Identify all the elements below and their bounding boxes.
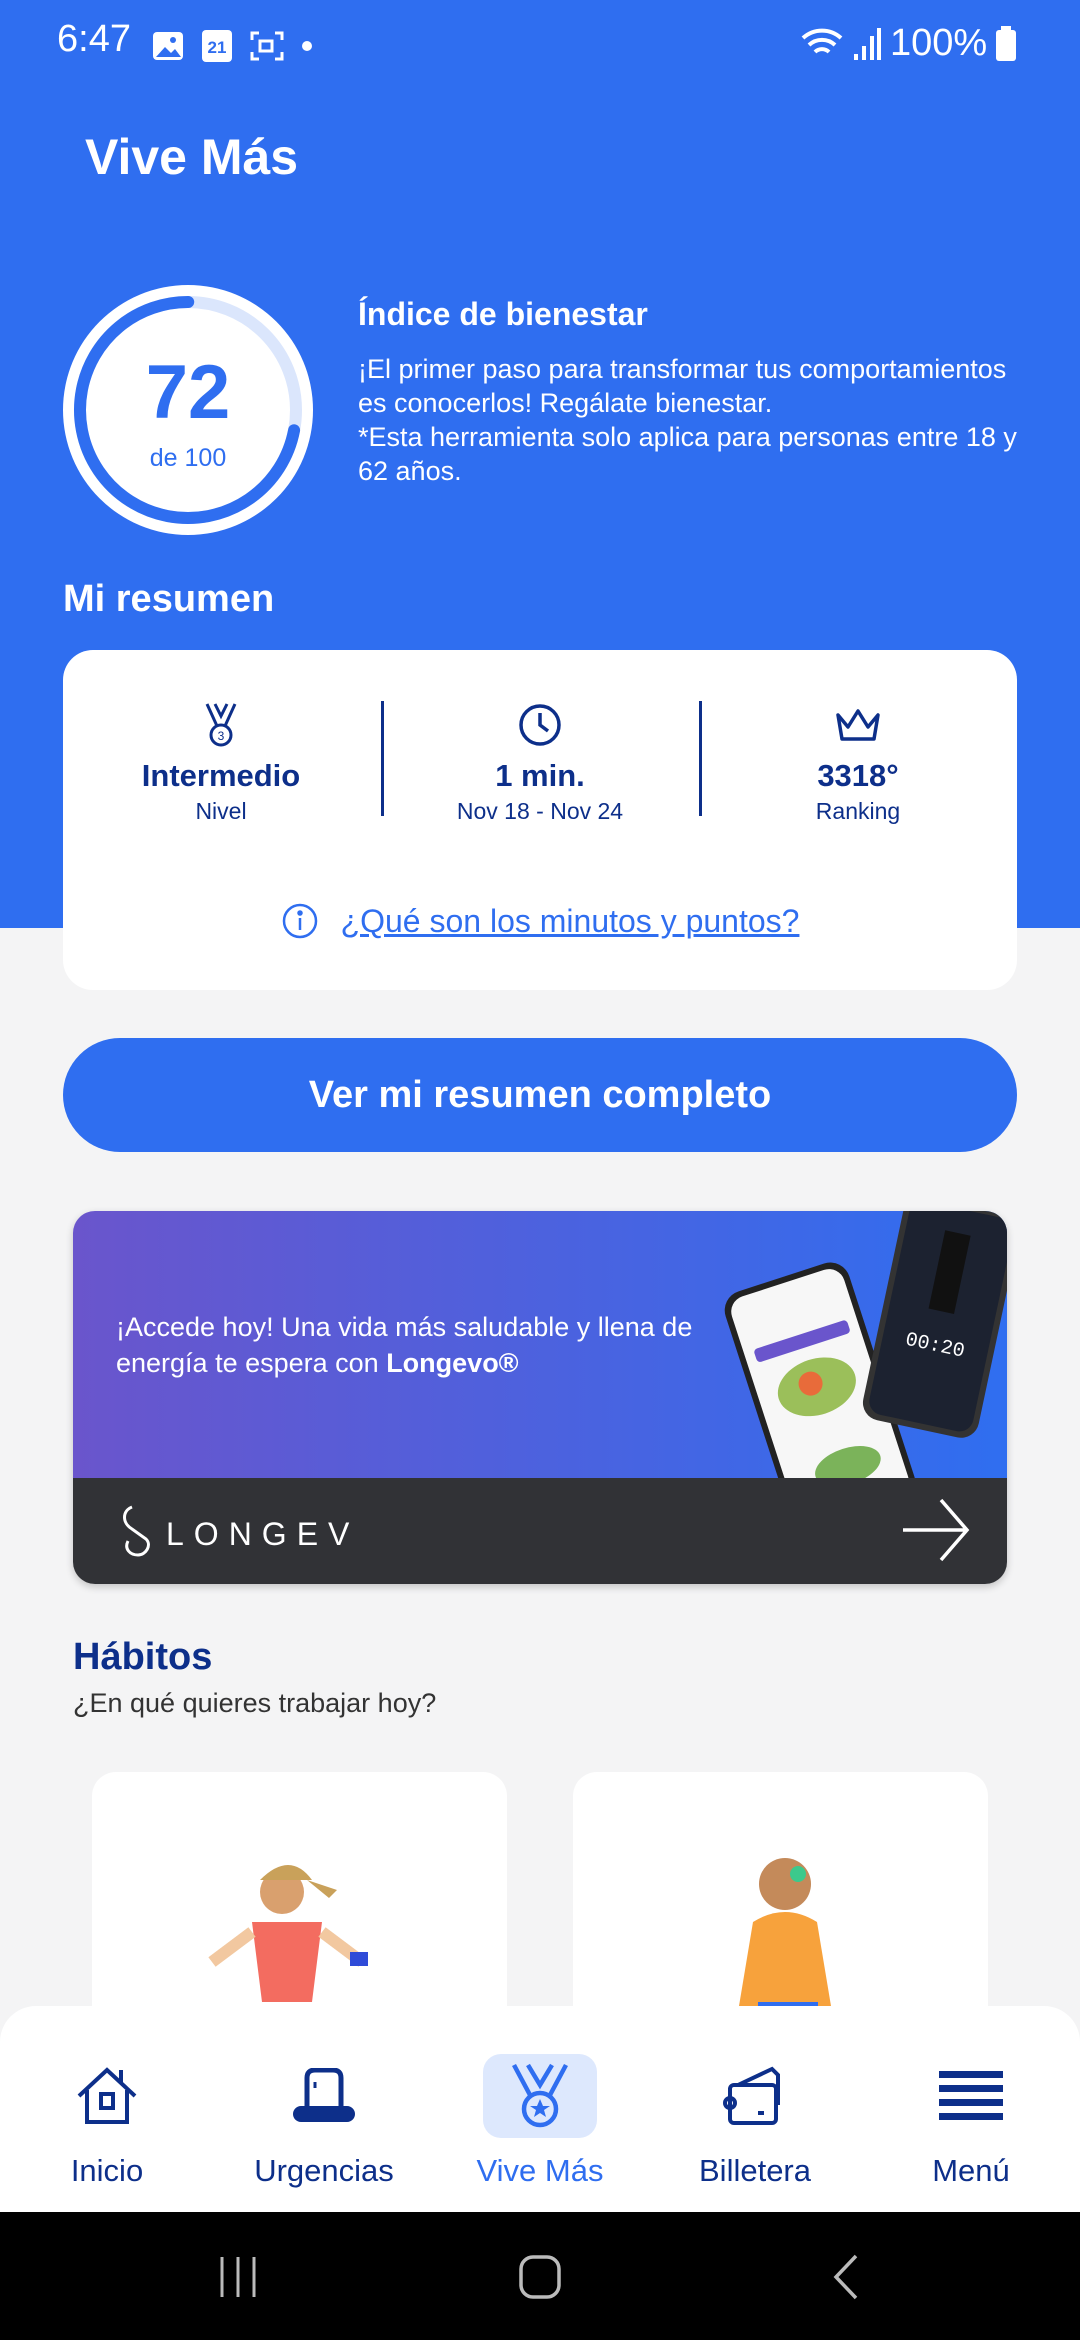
- gallery-icon: [153, 32, 183, 60]
- wifi-icon: [801, 28, 843, 54]
- medal-icon: 3: [205, 703, 237, 747]
- phone-mockup-image: 00:20: [724, 1211, 1007, 1478]
- status-time: 6:47: [57, 18, 131, 60]
- divider: [381, 701, 384, 816]
- banner-brand: Longevo®: [386, 1348, 519, 1378]
- wellness-gauge[interactable]: 72 de 100: [61, 283, 315, 537]
- nav-vive-mas[interactable]: Vive Más: [440, 2051, 640, 2189]
- minutes-points-info-link[interactable]: ¿Qué son los minutos y puntos?: [63, 902, 1017, 940]
- nav-inicio[interactable]: Inicio: [7, 2051, 207, 2189]
- status-icons: 21: [152, 30, 312, 62]
- clock-icon: [519, 704, 561, 746]
- summary-title: Mi resumen: [63, 578, 275, 620]
- full-summary-button[interactable]: Ver mi resumen completo: [63, 1038, 1017, 1152]
- logo-text: LONGEVO: [166, 1516, 356, 1552]
- menu-icon: [939, 2071, 1003, 2120]
- stat-minutes: 1 min. Nov 18 - Nov 24: [390, 700, 690, 825]
- wallet-icon: [723, 2066, 780, 2125]
- bottom-nav: Inicio Urgencias Vive Más Billetera Menú: [0, 2006, 1080, 2212]
- battery-percent: 100%: [890, 22, 988, 64]
- gauge-max: de 100: [150, 444, 226, 472]
- recent-apps-icon[interactable]: [218, 2255, 258, 2299]
- divider: [699, 701, 702, 816]
- summary-card: 3 Intermedio Nivel 1 min. Nov 18 - Nov 2…: [63, 650, 1017, 990]
- stat-value: 3318°: [817, 758, 899, 793]
- notification-dot-icon: [302, 41, 312, 51]
- battery-icon: [996, 25, 1017, 61]
- habits-subtitle: ¿En qué quieres trabajar hoy?: [73, 1688, 437, 1718]
- home-icon: [77, 2067, 137, 2124]
- habits-title: Hábitos: [73, 1636, 213, 1678]
- svg-text:3: 3: [218, 729, 225, 743]
- signal-icon: [854, 27, 881, 60]
- stat-label: Nivel: [195, 798, 247, 824]
- calendar-icon: 21: [202, 30, 232, 62]
- system-nav-bar: [0, 2212, 1080, 2340]
- siren-icon: [293, 2068, 355, 2122]
- stat-level: 3 Intermedio Nivel: [71, 700, 371, 825]
- wellness-note: *Esta herramienta solo aplica para perso…: [358, 422, 1017, 486]
- arrow-right-icon[interactable]: [901, 1498, 971, 1562]
- longevo-logo: LONGEVO: [123, 1505, 356, 1557]
- wellness-description-text: ¡El primer paso para transformar tus com…: [358, 354, 1007, 418]
- banner-text: ¡Accede hoy! Una vida más saludable y ll…: [116, 1309, 736, 1381]
- stat-value: Intermedio: [141, 758, 301, 793]
- nav-label: Vive Más: [476, 2153, 604, 2188]
- nav-menu[interactable]: Menú: [871, 2051, 1071, 2189]
- nav-urgencias[interactable]: Urgencias: [224, 2051, 424, 2189]
- active-indicator: [483, 2054, 597, 2138]
- home-button-icon[interactable]: [518, 2255, 562, 2299]
- nav-label: Menú: [932, 2153, 1010, 2188]
- medal-star-icon: [512, 2063, 568, 2128]
- back-icon[interactable]: [830, 2254, 860, 2300]
- page-title: Vive Más: [85, 129, 299, 185]
- nav-billetera[interactable]: Billetera: [655, 2051, 855, 2189]
- gauge-score: 72: [146, 350, 231, 435]
- stat-value: 1 min.: [495, 758, 585, 793]
- wellness-description: ¡El primer paso para transformar tus com…: [358, 352, 1038, 488]
- link-text[interactable]: ¿Qué son los minutos y puntos?: [341, 903, 800, 939]
- banner-footer: LONGEVO: [73, 1478, 1007, 1584]
- info-icon: [282, 903, 317, 939]
- status-right: 100%: [800, 22, 1017, 65]
- stat-ranking: 3318° Ranking: [708, 700, 1008, 825]
- stat-label: Nov 18 - Nov 24: [456, 798, 624, 824]
- nav-label: Billetera: [699, 2153, 811, 2188]
- stat-label: Ranking: [815, 798, 901, 824]
- nav-label: Urgencias: [254, 2153, 394, 2188]
- crown-icon: [836, 709, 880, 741]
- wellness-title: Índice de bienestar: [358, 296, 648, 332]
- banner-promo: ¡Accede hoy! Una vida más saludable y ll…: [73, 1211, 1007, 1478]
- nav-label: Inicio: [70, 2153, 144, 2188]
- longevo-banner[interactable]: ¡Accede hoy! Una vida más saludable y ll…: [73, 1211, 1007, 1584]
- screen-record-icon: [250, 31, 284, 61]
